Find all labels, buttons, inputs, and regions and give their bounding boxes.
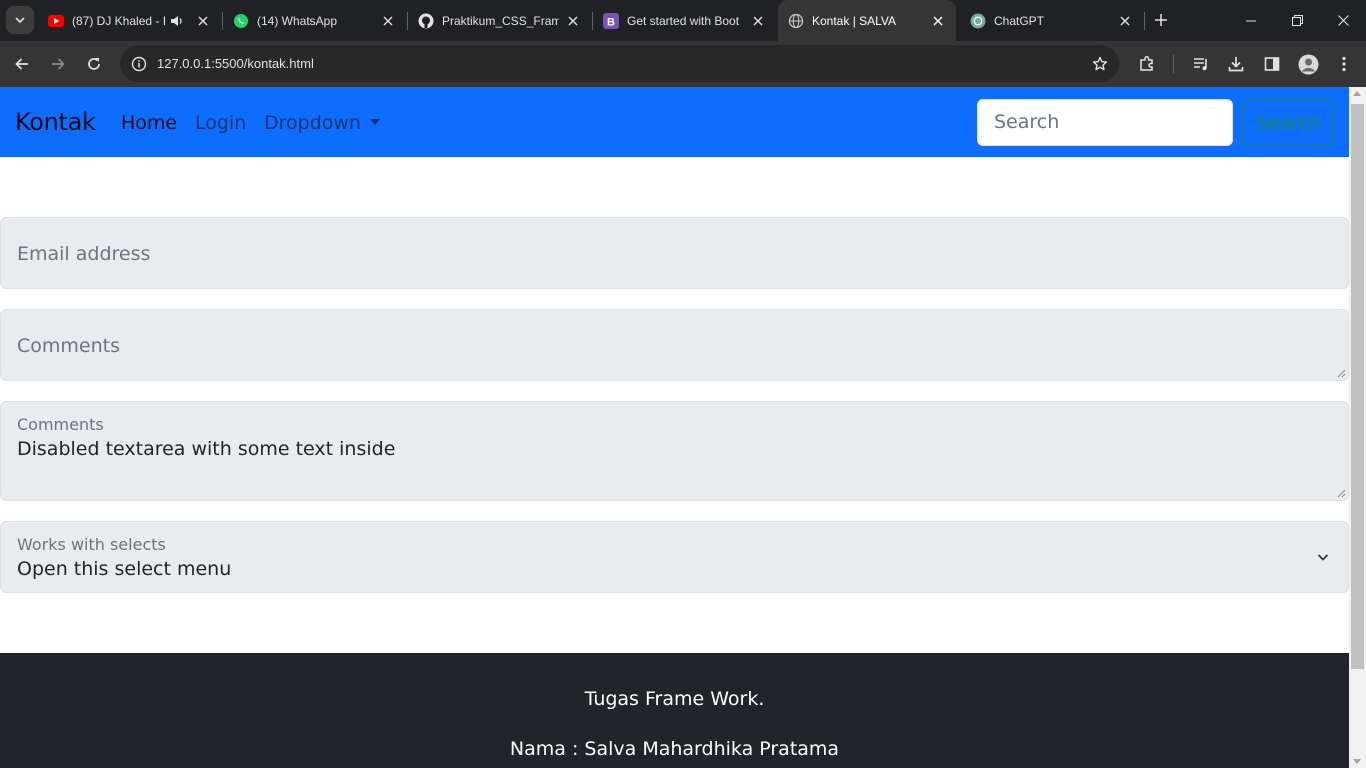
kebab-menu-icon (1342, 56, 1346, 72)
playlist-icon (1194, 58, 1207, 71)
chatgpt-icon (970, 13, 986, 29)
nav-dropdown[interactable]: Dropdown (264, 112, 380, 134)
extensions-button[interactable] (1132, 49, 1162, 79)
globe-icon (788, 13, 804, 29)
new-tab-button[interactable] (1150, 9, 1172, 31)
close-icon[interactable] (1117, 13, 1133, 29)
tab-chatgpt[interactable]: ChatGPT (960, 0, 1143, 41)
resize-handle-icon (1337, 489, 1346, 498)
chevron-down-icon (1317, 554, 1329, 561)
tab-title: Get started with Boot (627, 13, 740, 28)
svg-text:B: B (607, 16, 615, 28)
email-placeholder: Email address (17, 243, 151, 265)
avatar (1298, 54, 1318, 74)
tab-title: Kontak | SALVA (812, 13, 897, 28)
scroll-down-arrow-icon[interactable] (1353, 759, 1361, 764)
reload-button[interactable] (79, 49, 109, 79)
email-field[interactable]: Email address (0, 217, 1349, 289)
nav-link-login[interactable]: Login (195, 112, 246, 134)
tab-bootstrap[interactable]: B Get started with Boot (593, 0, 776, 41)
tab-title: ChatGPT (994, 13, 1045, 28)
page-viewport: Kontak Home Login Dropdown Search Search… (0, 87, 1349, 768)
puzzle-icon (1140, 55, 1153, 71)
close-icon[interactable] (565, 13, 581, 29)
github-icon (418, 13, 434, 29)
whatsapp-icon (233, 13, 249, 29)
select-label: Works with selects (17, 535, 166, 554)
side-panel-icon (1264, 57, 1280, 71)
toolbar-divider (1173, 55, 1174, 73)
disabled-textarea-label: Comments (17, 415, 104, 434)
site-info-icon[interactable] (127, 52, 150, 75)
nav-dropdown-label: Dropdown (264, 112, 361, 134)
select-value: Open this select menu (17, 558, 232, 580)
nav-link-home[interactable]: Home (121, 112, 177, 134)
close-window-button[interactable] (1320, 0, 1366, 41)
select-field[interactable]: Works with selects Open this select menu (0, 521, 1349, 593)
browser-toolbar: 127.0.0.1:5500/kontak.html (0, 41, 1366, 87)
url-host: 127.0.0.1:5500 (157, 56, 244, 71)
media-control-button[interactable] (1186, 49, 1216, 79)
tab-separator (1144, 12, 1145, 30)
close-icon (1337, 15, 1349, 26)
comments-placeholder: Comments (17, 335, 120, 357)
address-bar[interactable]: 127.0.0.1:5500/kontak.html (120, 45, 1119, 82)
tab-youtube[interactable]: (87) DJ Khaled - I (38, 0, 221, 41)
tab-title: (14) WhatsApp (257, 13, 338, 28)
tab-search-button[interactable] (6, 6, 34, 34)
vertical-scrollbar[interactable] (1349, 87, 1366, 768)
arrow-left-icon (15, 58, 28, 70)
bootstrap-icon: B (603, 12, 619, 29)
reload-icon (88, 58, 100, 70)
resize-handle-icon[interactable] (1337, 369, 1346, 378)
side-panel-button[interactable] (1257, 49, 1287, 79)
scroll-up-arrow-icon[interactable] (1353, 91, 1361, 96)
navbar-brand[interactable]: Kontak (15, 108, 96, 136)
downloads-button[interactable] (1221, 49, 1251, 79)
search-button[interactable]: Search (1243, 99, 1334, 146)
close-icon[interactable] (930, 13, 946, 29)
caret-down-icon (369, 119, 380, 125)
speaker-icon[interactable] (169, 13, 185, 29)
youtube-icon (48, 13, 64, 29)
menu-button[interactable] (1329, 49, 1359, 79)
download-icon (1228, 57, 1244, 72)
minimize-icon (1246, 20, 1256, 21)
minimize-button[interactable] (1228, 0, 1274, 41)
tab-whatsapp[interactable]: (14) WhatsApp (223, 0, 406, 41)
scrollbar-thumb[interactable] (1351, 104, 1364, 669)
restore-icon (1291, 15, 1303, 26)
footer: Tugas Frame Work. Nama : Salva Mahardhik… (0, 653, 1349, 768)
disabled-textarea: Comments Disabled textarea with some tex… (0, 401, 1349, 501)
profile-button[interactable] (1293, 49, 1323, 79)
close-icon[interactable] (380, 13, 396, 29)
close-icon[interactable] (750, 13, 766, 29)
chevron-down-icon (15, 17, 25, 24)
close-icon[interactable] (195, 13, 211, 29)
comments-textarea[interactable]: Comments (0, 309, 1349, 381)
url-path: /kontak.html (243, 56, 314, 71)
tab-kontak[interactable]: Kontak | SALVA (778, 0, 956, 41)
disabled-textarea-value: Disabled textarea with some text inside (17, 438, 396, 460)
url-text[interactable]: 127.0.0.1:5500/kontak.html (157, 56, 314, 71)
tab-github[interactable]: Praktikum_CSS_Frame (408, 0, 591, 41)
bookmark-star-icon[interactable] (1088, 52, 1111, 75)
forward-button[interactable] (43, 49, 73, 79)
arrow-right-icon (52, 58, 65, 70)
search-input[interactable]: Search (977, 99, 1233, 146)
plus-icon (1155, 14, 1167, 26)
footer-line-2: Nama : Salva Mahardhika Pratama (509, 738, 840, 760)
tab-strip: (87) DJ Khaled - I (14) WhatsApp Praktik… (0, 0, 1366, 41)
restore-button[interactable] (1274, 0, 1320, 41)
tab-title: Praktikum_CSS_Frame (442, 13, 559, 28)
navbar: Kontak Home Login Dropdown Search Search (0, 87, 1349, 157)
tab-title: (87) DJ Khaled - I (72, 13, 165, 28)
footer-line-1: Tugas Frame Work. (584, 688, 765, 710)
back-button[interactable] (7, 49, 37, 79)
